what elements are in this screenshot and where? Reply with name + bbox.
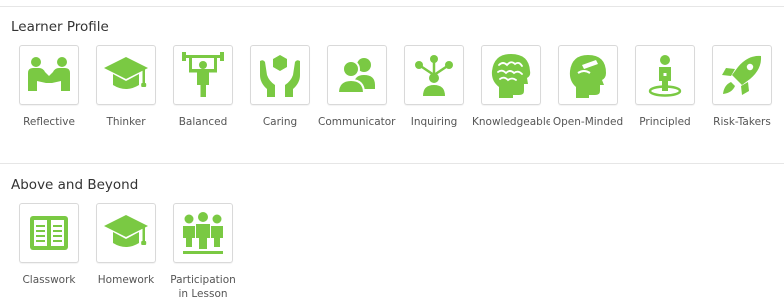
badge-label: Principled [639,116,691,128]
badge-reflective[interactable]: Reflective [10,45,88,129]
badge-label: Classwork [22,274,76,286]
network-person-icon [415,55,453,96]
badge-label: Communicators [318,116,396,128]
badge-classwork[interactable]: Classwork [10,203,88,287]
badge-balanced[interactable]: Balanced [164,45,242,129]
section-divider [0,163,784,164]
badge-participation-in-lesson[interactable]: Participation in Lesson [164,203,242,301]
badge-knowledgeable[interactable]: Knowledgeable [472,45,550,129]
badge-caring[interactable]: Caring [241,45,319,129]
graduation-cap-icon [104,57,148,89]
badge-inquiring[interactable]: Inquiring [395,45,473,129]
badge-label: Thinker [106,116,146,128]
rocket-icon [722,55,762,95]
group-icon [183,212,223,254]
badge-label: Participation in Lesson [170,274,236,300]
above-and-beyond-title: Above and Beyond [11,177,139,193]
head-profile-icon [569,55,606,98]
badge-label: Knowledgeable [472,116,550,128]
top-divider [0,6,784,7]
people-icon [336,58,375,94]
badge-thinker[interactable]: Thinker [87,45,165,129]
badge-homework[interactable]: Homework [87,203,165,287]
badge-label: Risk-Takers [713,116,771,128]
badge-label: Open-Minded [552,116,624,128]
badge-label: Homework [97,274,155,286]
open-book-icon [30,216,68,250]
graduation-cap-icon [104,215,148,247]
person-podium-icon [648,55,682,97]
badge-principled[interactable]: Principled [626,45,704,129]
handshake-icon [28,57,70,91]
badge-label: Balanced [178,116,228,128]
brain-icon [491,54,531,98]
badge-open-minded[interactable]: Open-Minded [549,45,627,129]
badge-risk-takers[interactable]: Risk-Takers [703,45,781,129]
weightlifter-icon [182,52,224,97]
badge-label: Inquiring [410,116,458,128]
learner-profile-title: Learner Profile [11,19,109,35]
badge-label: Caring [262,116,298,128]
badge-label: Reflective [23,116,75,128]
caring-hands-icon [260,55,300,97]
badge-communicators[interactable]: Communicators [318,45,396,129]
